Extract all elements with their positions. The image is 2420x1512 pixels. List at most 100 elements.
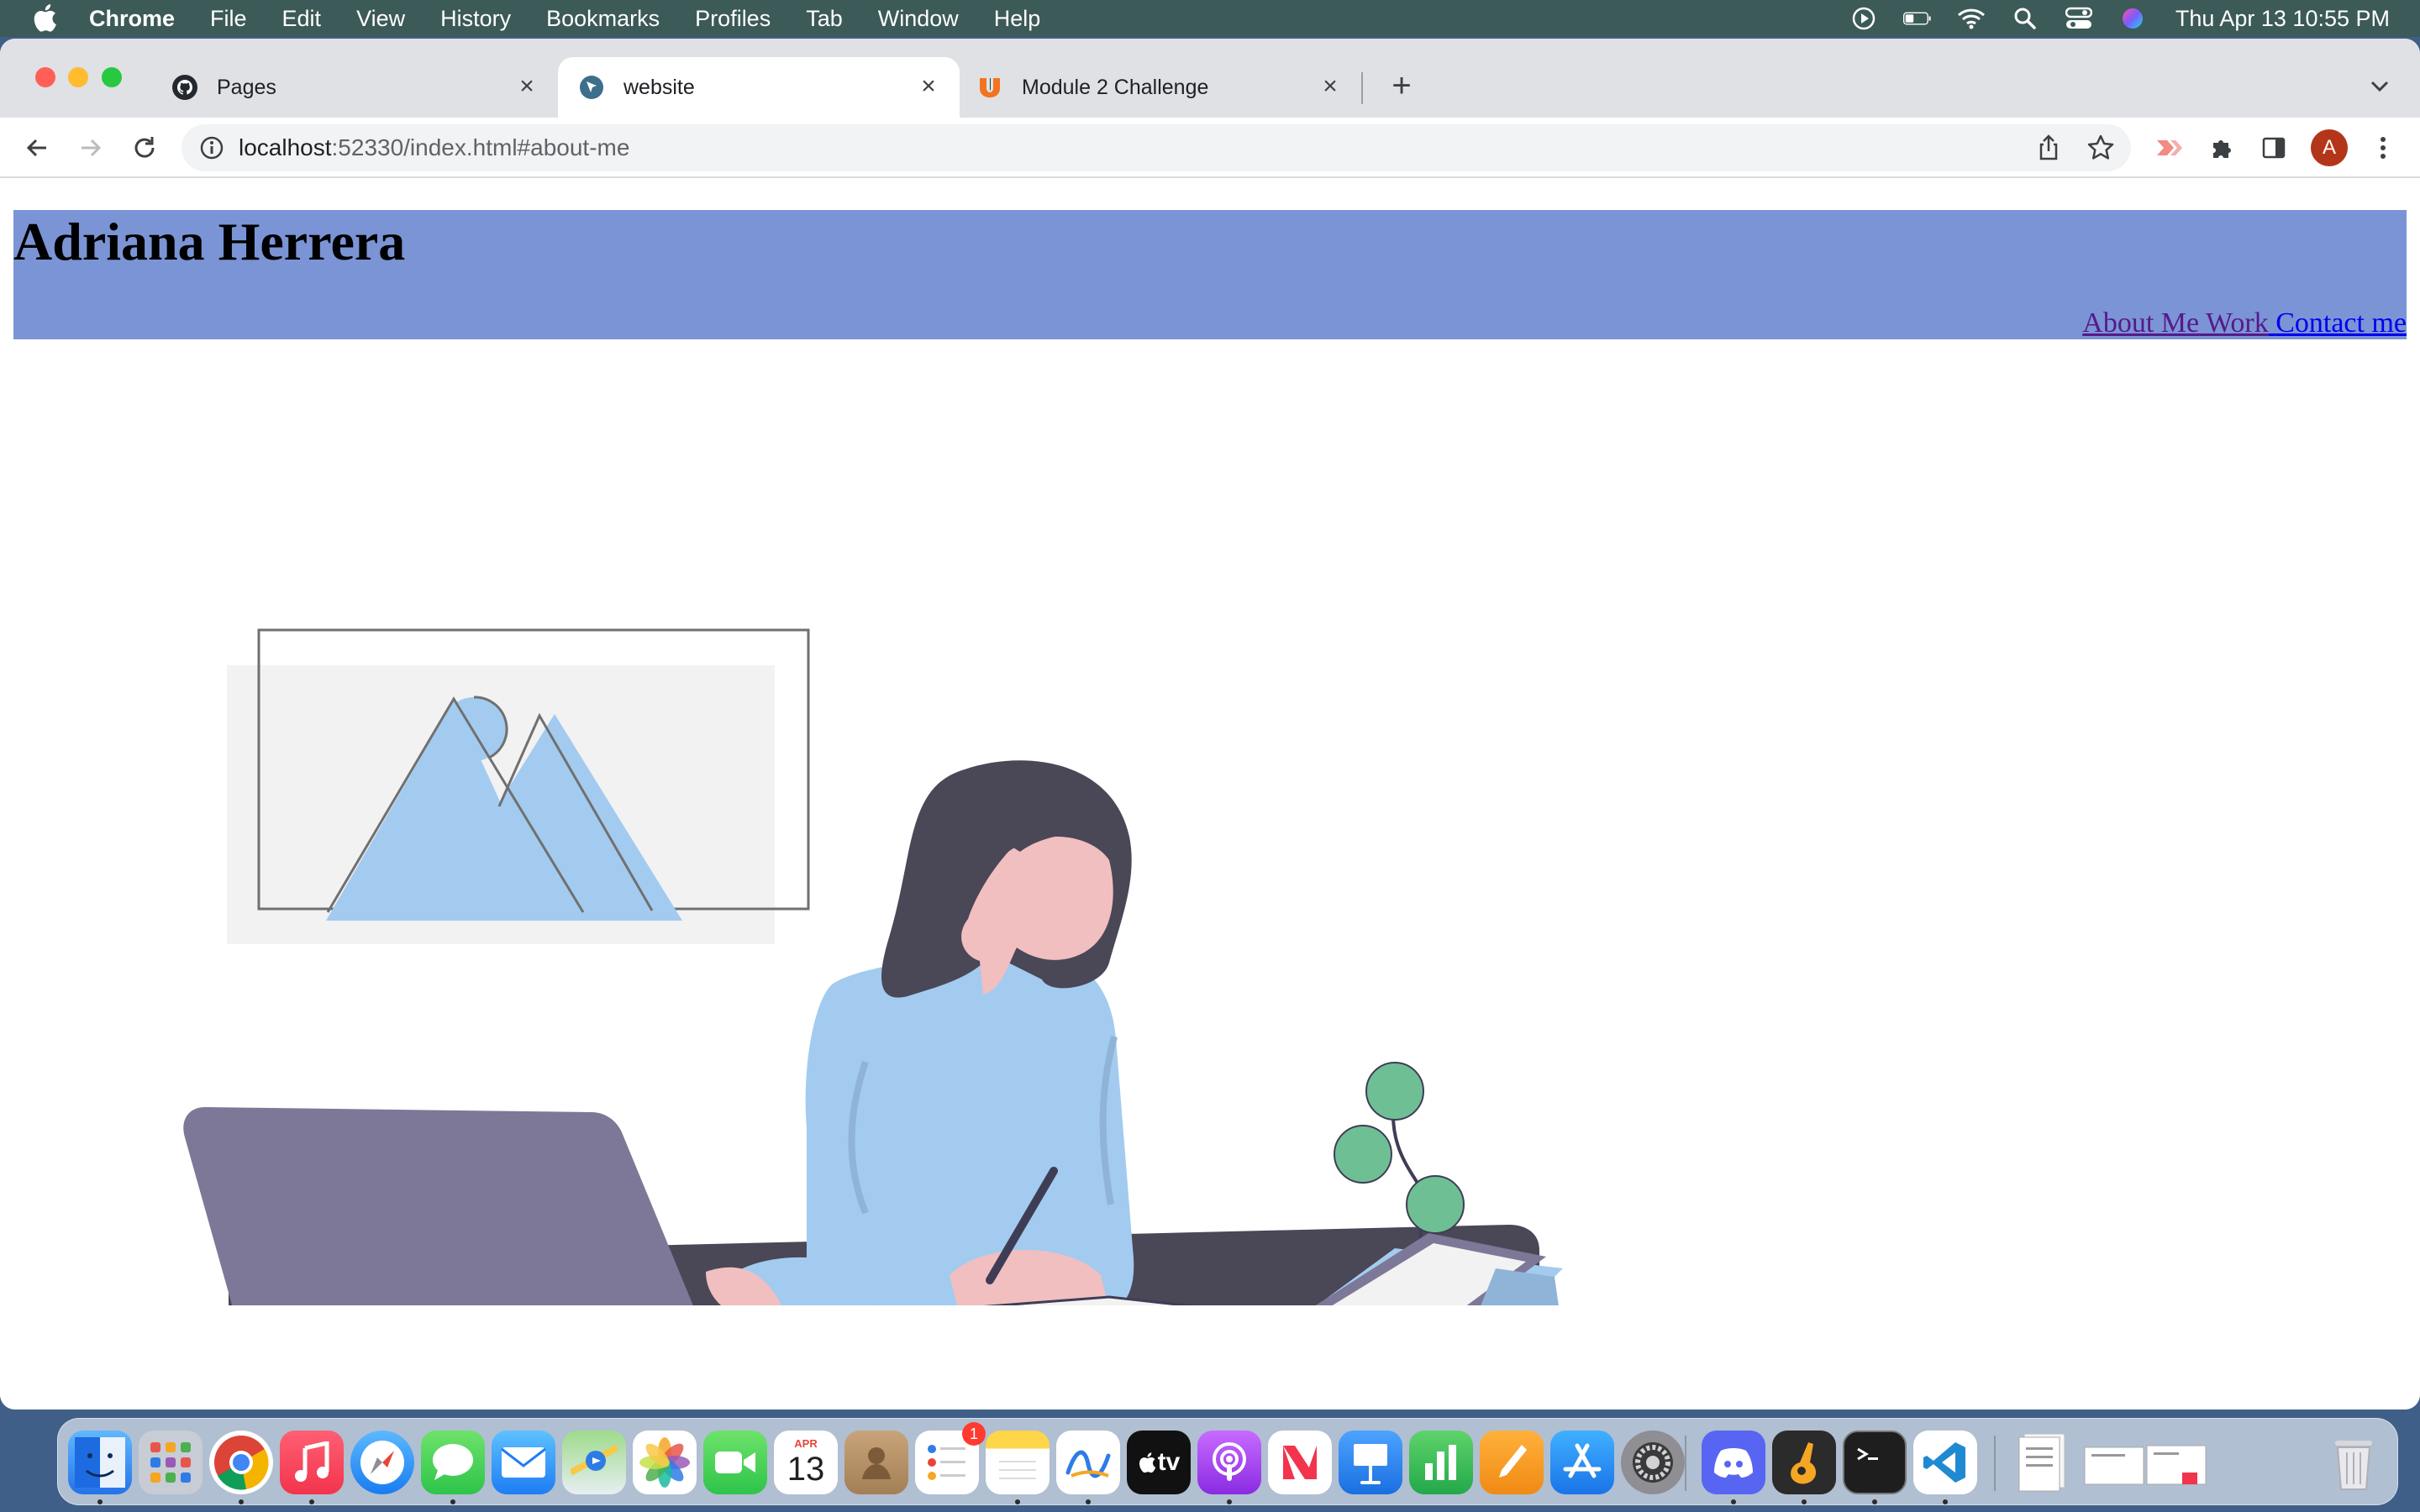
site-info-icon[interactable]	[198, 134, 225, 161]
menu-app-name[interactable]: Chrome	[89, 6, 192, 32]
dock-vscode-icon[interactable]	[1913, 1431, 1977, 1494]
address-bar[interactable]: localhost:52330/index.html#about-me	[182, 124, 2131, 171]
dock-terminal-icon[interactable]	[1843, 1431, 1907, 1494]
dock-separator	[1994, 1436, 1996, 1491]
dock-pages-icon[interactable]	[1480, 1431, 1544, 1494]
running-indicator	[97, 1499, 103, 1504]
back-arrow-icon[interactable]	[18, 129, 55, 166]
dock-notes-icon[interactable]	[986, 1431, 1050, 1494]
dock-system-settings-icon[interactable]	[1621, 1431, 1685, 1494]
nav-contact-me-link[interactable]: Contact me	[2275, 307, 2407, 339]
new-tab-button[interactable]: +	[1385, 67, 1418, 104]
calendar-day: 13	[786, 1451, 825, 1488]
play-circle-icon[interactable]	[1849, 6, 1878, 31]
tab-title: Pages	[217, 75, 276, 99]
window-zoom-button[interactable]	[102, 67, 122, 87]
dock-app-store-icon[interactable]	[1550, 1431, 1614, 1494]
menubar-clock[interactable]: Thu Apr 13 10:55 PM	[2175, 6, 2390, 32]
dock-keynote-icon[interactable]	[1339, 1431, 1402, 1494]
menu-bar: Chrome File Edit View History Bookmarks …	[0, 0, 2420, 37]
reload-icon[interactable]	[126, 129, 163, 166]
module-favicon-icon	[976, 74, 1003, 101]
dock-freeform-icon[interactable]	[1056, 1431, 1120, 1494]
menu-tab[interactable]: Tab	[788, 6, 860, 32]
dock-downloads-stack-icon[interactable]	[2011, 1431, 2075, 1494]
puzzle-extensions-icon[interactable]	[2203, 129, 2240, 166]
dock-documents-stack-icon[interactable]	[2081, 1431, 2207, 1494]
menu-profiles[interactable]: Profiles	[677, 6, 788, 32]
tab-search-chevron-icon[interactable]	[2365, 71, 2395, 101]
running-indicator	[450, 1499, 455, 1504]
dock-discord-icon[interactable]	[1702, 1431, 1765, 1494]
menu-edit[interactable]: Edit	[265, 6, 339, 32]
tab-module-2-challenge[interactable]: Module 2 Challenge ×	[960, 57, 1361, 118]
running-indicator	[1943, 1499, 1948, 1504]
control-center-icon[interactable]	[2065, 6, 2093, 31]
window-minimize-button[interactable]	[68, 67, 88, 87]
running-indicator	[1731, 1499, 1736, 1504]
dock-photos-icon[interactable]	[633, 1431, 697, 1494]
dock: APR 13 1 tv	[57, 1418, 2398, 1505]
running-indicator	[239, 1499, 244, 1504]
nav-work-link[interactable]: Work	[2206, 307, 2269, 339]
nav-about-me-link[interactable]: About Me	[2082, 307, 2199, 339]
extension-icon[interactable]	[2149, 129, 2186, 166]
tab-title: website	[623, 75, 695, 99]
close-tab-icon[interactable]: ×	[514, 72, 539, 100]
dock-garageband-icon[interactable]	[1772, 1431, 1836, 1494]
more-menu-icon[interactable]	[2365, 129, 2402, 166]
menu-help[interactable]: Help	[976, 6, 1059, 32]
dock-contacts-icon[interactable]	[844, 1431, 908, 1494]
share-icon[interactable]	[2033, 133, 2064, 163]
nav-spacer	[2199, 307, 2206, 339]
running-indicator	[1015, 1499, 1020, 1504]
url-text[interactable]: localhost:52330/index.html#about-me	[239, 124, 629, 171]
dock-chrome-icon[interactable]	[209, 1431, 273, 1494]
running-indicator	[1227, 1499, 1232, 1504]
tab-website[interactable]: website ×	[558, 57, 960, 118]
dock-mail-icon[interactable]	[492, 1431, 555, 1494]
dock-safari-icon[interactable]	[350, 1431, 414, 1494]
menu-file[interactable]: File	[192, 6, 265, 32]
dock-trash-icon[interactable]	[2322, 1431, 2386, 1494]
running-indicator	[309, 1499, 314, 1504]
dock-separator	[1685, 1436, 1686, 1491]
bookmark-star-icon[interactable]	[2086, 133, 2116, 163]
tab-pages[interactable]: Pages ×	[171, 57, 558, 118]
site-nav: About Me Work Contact me	[2082, 307, 2407, 339]
menu-bookmarks[interactable]: Bookmarks	[529, 6, 677, 32]
dock-launchpad-icon[interactable]	[139, 1431, 203, 1494]
profile-avatar[interactable]: A	[2311, 129, 2348, 166]
menu-history[interactable]: History	[423, 6, 529, 32]
dock-facetime-icon[interactable]	[703, 1431, 767, 1494]
dock-news-icon[interactable]	[1268, 1431, 1332, 1494]
siri-icon[interactable]	[2118, 6, 2147, 31]
browser-toolbar: localhost:52330/index.html#about-me A	[0, 118, 2420, 178]
calendar-month: APR	[794, 1437, 818, 1450]
battery-icon[interactable]	[1902, 6, 1932, 31]
dock-maps-icon[interactable]	[562, 1431, 626, 1494]
spotlight-search-icon[interactable]	[2011, 6, 2039, 31]
window-close-button[interactable]	[35, 67, 55, 87]
menu-window[interactable]: Window	[860, 6, 976, 32]
dock-tv-icon[interactable]: tv	[1127, 1431, 1191, 1494]
dock-music-icon[interactable]	[280, 1431, 344, 1494]
url-path: :52330/index.html#about-me	[331, 134, 630, 160]
dock-podcasts-icon[interactable]	[1197, 1431, 1261, 1494]
browser-window: Pages × website × Module 2 Challenge × +	[0, 39, 2420, 1410]
apple-logo-icon[interactable]	[32, 3, 57, 32]
page-viewport: Adriana Herrera About Me Work Contact me	[0, 180, 2420, 1410]
close-tab-icon[interactable]: ×	[1318, 72, 1343, 100]
dock-finder-icon[interactable]	[68, 1431, 132, 1494]
site-header: Adriana Herrera About Me Work Contact me	[13, 210, 2407, 339]
close-tab-icon[interactable]: ×	[916, 72, 941, 100]
dock-reminders-icon[interactable]: 1	[915, 1422, 986, 1494]
dock-calendar-icon[interactable]: APR 13	[774, 1431, 838, 1494]
menu-view[interactable]: View	[339, 6, 423, 32]
dock-numbers-icon[interactable]	[1409, 1431, 1473, 1494]
wifi-icon[interactable]	[1957, 6, 1986, 31]
side-panel-icon[interactable]	[2255, 129, 2292, 166]
dock-messages-icon[interactable]	[421, 1431, 485, 1494]
tab-strip: Pages × website × Module 2 Challenge × +	[0, 39, 2420, 118]
forward-arrow-icon[interactable]	[72, 129, 109, 166]
